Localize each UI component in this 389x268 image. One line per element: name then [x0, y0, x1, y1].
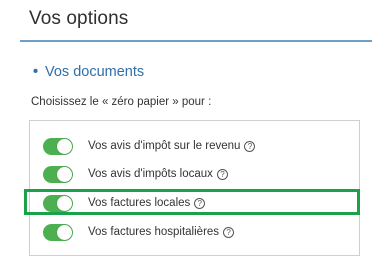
option-label: Vos avis d'impôt sur le revenu [88, 140, 241, 152]
section-bullet: • [33, 64, 39, 80]
title-divider [20, 40, 372, 42]
page-title: Vos options [29, 8, 129, 29]
toggle-knob [57, 224, 72, 240]
toggle-switch[interactable] [43, 137, 73, 155]
toggle-switch[interactable] [43, 165, 73, 183]
toggle-knob [57, 138, 72, 154]
help-icon[interactable]: ? [223, 226, 235, 238]
highlight-box [24, 189, 360, 215]
option-label: Vos avis d'impôts locaux [88, 168, 213, 180]
toggle-knob [57, 166, 72, 182]
option-label: Vos factures hospitalières [88, 226, 220, 238]
instruction-text: Choisissez le « zéro papier » pour : [31, 96, 212, 108]
option-row-impot-revenu[interactable]: Vos avis d'impôt sur le revenu ? [43, 136, 353, 156]
option-row-factures-hospitalieres[interactable]: Vos factures hospitalières ? [43, 222, 353, 242]
section-heading-label: Vos documents [45, 64, 145, 80]
help-icon[interactable]: ? [244, 140, 256, 152]
toggle-switch[interactable] [43, 223, 73, 241]
section-heading: • Vos documents [33, 64, 144, 80]
help-icon[interactable]: ? [216, 168, 228, 180]
option-row-impots-locaux[interactable]: Vos avis d'impôts locaux ? [43, 164, 353, 184]
